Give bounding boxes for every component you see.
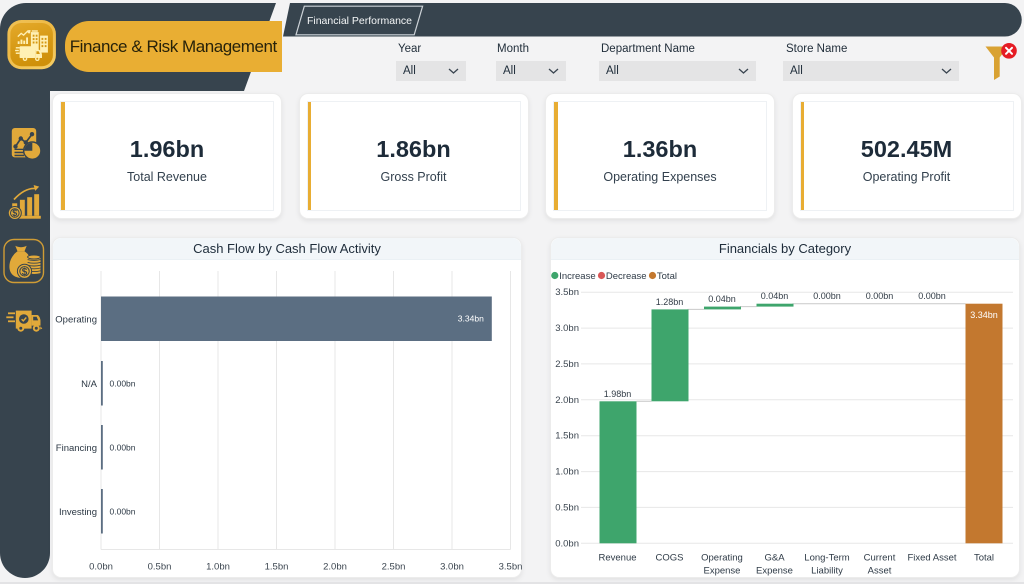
svg-text:0.00bn: 0.00bn (110, 378, 136, 388)
svg-text:COGS: COGS (656, 552, 684, 563)
svg-text:3.5bn: 3.5bn (499, 561, 523, 572)
svg-text:$: $ (12, 208, 17, 218)
svg-text:Increase: Increase (559, 270, 595, 281)
svg-text:3.34bn: 3.34bn (458, 313, 484, 323)
svg-text:Current: Current (864, 552, 896, 563)
svg-text:$: $ (22, 267, 28, 278)
svg-text:N/A: N/A (81, 379, 98, 390)
svg-text:Expense: Expense (756, 565, 793, 576)
svg-text:0.00bn: 0.00bn (110, 442, 136, 452)
svg-text:1.0bn: 1.0bn (555, 466, 579, 477)
svg-text:0.04bn: 0.04bn (761, 291, 789, 301)
svg-text:1.5bn: 1.5bn (555, 430, 579, 441)
svg-text:Expense: Expense (704, 565, 741, 576)
svg-text:2.0bn: 2.0bn (555, 394, 579, 405)
svg-text:2.5bn: 2.5bn (555, 358, 579, 369)
svg-text:3.5bn: 3.5bn (555, 287, 579, 298)
svg-text:0.04bn: 0.04bn (708, 294, 736, 304)
svg-text:2.5bn: 2.5bn (382, 561, 406, 572)
svg-text:0.5bn: 0.5bn (555, 502, 579, 513)
svg-text:Long-Term: Long-Term (804, 552, 849, 563)
svg-text:Asset: Asset (868, 565, 892, 576)
svg-text:1.5bn: 1.5bn (265, 561, 289, 572)
svg-text:Fixed Asset: Fixed Asset (907, 552, 956, 563)
svg-text:Operating: Operating (701, 552, 743, 563)
svg-text:Operating: Operating (55, 314, 97, 325)
svg-text:0.00bn: 0.00bn (866, 291, 894, 301)
svg-text:3.0bn: 3.0bn (440, 561, 464, 572)
svg-text:1.0bn: 1.0bn (206, 561, 230, 572)
svg-text:1.28bn: 1.28bn (656, 296, 684, 306)
svg-text:Total: Total (974, 552, 994, 563)
svg-text:Financing: Financing (56, 443, 97, 454)
svg-text:0.5bn: 0.5bn (148, 561, 172, 572)
svg-text:0.00bn: 0.00bn (110, 506, 136, 516)
svg-text:0.0bn: 0.0bn (89, 561, 113, 572)
svg-text:Revenue: Revenue (598, 552, 636, 563)
svg-text:3.34bn: 3.34bn (970, 310, 998, 320)
svg-text:Decrease: Decrease (606, 270, 647, 281)
svg-text:0.00bn: 0.00bn (918, 291, 946, 301)
svg-text:0.00bn: 0.00bn (813, 291, 841, 301)
svg-text:Liability: Liability (811, 565, 843, 576)
svg-text:1.98bn: 1.98bn (604, 388, 632, 398)
svg-text:Investing: Investing (59, 507, 97, 518)
svg-text:2.0bn: 2.0bn (323, 561, 347, 572)
svg-text:Total: Total (657, 270, 677, 281)
svg-text:G&A: G&A (764, 552, 785, 563)
svg-text:0.0bn: 0.0bn (555, 538, 579, 549)
svg-text:3.0bn: 3.0bn (555, 323, 579, 334)
